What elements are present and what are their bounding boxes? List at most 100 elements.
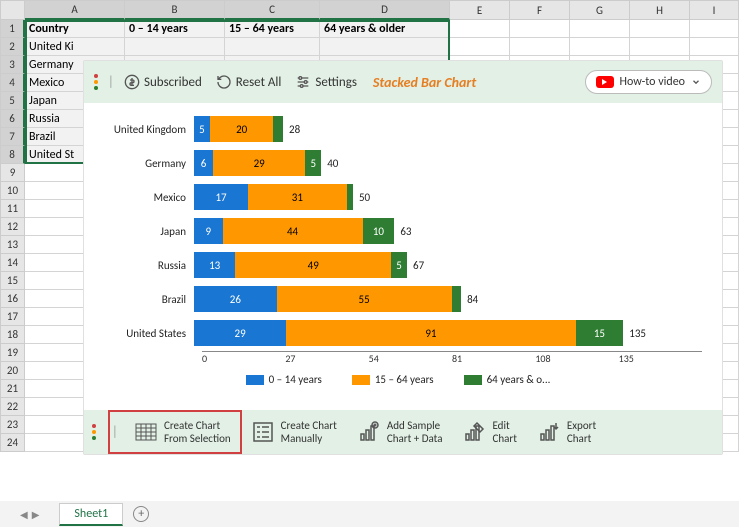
column-header[interactable]: C	[225, 0, 320, 20]
cell[interactable]	[225, 38, 320, 56]
row-header[interactable]: 19	[0, 344, 25, 362]
legend-swatch	[352, 375, 370, 385]
add-sample-chart-button[interactable]: Add SampleChart + Data	[353, 417, 447, 447]
cell[interactable]	[570, 20, 630, 38]
edit-chart-icon	[462, 420, 486, 444]
column-header[interactable]: B	[125, 0, 225, 20]
cell[interactable]	[320, 38, 450, 56]
cell[interactable]: Country	[25, 20, 125, 38]
create-chart-from-selection-button[interactable]: Create ChartFrom Selection	[130, 417, 235, 447]
bar-segment[interactable]: 29	[213, 150, 305, 176]
bar-segment[interactable]: 10	[363, 218, 395, 244]
bar-segment[interactable]: 6	[194, 150, 213, 176]
bar-segment[interactable]	[452, 286, 462, 312]
cell[interactable]	[630, 38, 690, 56]
cell[interactable]	[450, 20, 510, 38]
cell[interactable]	[690, 38, 739, 56]
bar-segment[interactable]: 13	[194, 252, 235, 278]
row-header[interactable]: 10	[0, 182, 25, 200]
bar-total-label: 84	[467, 293, 478, 306]
row-header[interactable]: 24	[0, 434, 25, 452]
cell[interactable]: United Ki	[25, 38, 125, 56]
select-all-corner[interactable]	[0, 0, 25, 20]
bar-segment[interactable]: 31	[248, 184, 347, 210]
legend-item[interactable]: 64 years & o...	[464, 373, 551, 386]
row-header[interactable]: 14	[0, 254, 25, 272]
bar-segment[interactable]: 5	[194, 116, 210, 142]
chart-area[interactable]: United Kingdom52028Germany629540Mexico17…	[84, 103, 722, 413]
row-header[interactable]: 8	[0, 146, 25, 164]
row-header[interactable]: 16	[0, 290, 25, 308]
export-chart-button[interactable]: ExportChart	[533, 417, 600, 447]
cell[interactable]	[510, 38, 570, 56]
cell[interactable]	[450, 38, 510, 56]
cell[interactable]	[570, 38, 630, 56]
bar-total-label: 67	[413, 259, 424, 272]
category-label: Mexico	[94, 191, 194, 204]
cell[interactable]: 15 – 64 years	[225, 20, 320, 38]
drag-handle-icon[interactable]	[94, 74, 98, 90]
bar-segment[interactable]: 9	[194, 218, 223, 244]
row-header[interactable]: 3	[0, 56, 25, 74]
row-header[interactable]: 18	[0, 326, 25, 344]
howto-video-button[interactable]: How-to video	[585, 70, 712, 94]
column-header[interactable]: I	[690, 0, 739, 20]
bar-segment[interactable]: 20	[210, 116, 274, 142]
column-header[interactable]: E	[450, 0, 510, 20]
chart-bar-row: United States299115135	[94, 317, 702, 349]
bar-segment[interactable]: 5	[391, 252, 407, 278]
row-header[interactable]: 1	[0, 20, 25, 38]
column-header[interactable]: F	[510, 0, 570, 20]
row-header[interactable]: 4	[0, 74, 25, 92]
cell[interactable]	[510, 20, 570, 38]
bar-segment[interactable]: 15	[576, 320, 624, 346]
row-header[interactable]: 6	[0, 110, 25, 128]
bar-segment[interactable]: 5	[305, 150, 321, 176]
legend-item[interactable]: 0 – 14 years	[246, 373, 322, 386]
row-header[interactable]: 5	[0, 92, 25, 110]
bar-segment[interactable]: 29	[194, 320, 286, 346]
bar-segment[interactable]: 44	[223, 218, 363, 244]
cell[interactable]	[630, 20, 690, 38]
row-header[interactable]: 2	[0, 38, 25, 56]
row-header[interactable]: 13	[0, 236, 25, 254]
add-sheet-button[interactable]: +	[133, 506, 149, 522]
row-header[interactable]: 17	[0, 308, 25, 326]
row-header[interactable]: 22	[0, 398, 25, 416]
bar-segment[interactable]: 49	[235, 252, 391, 278]
cell[interactable]	[690, 20, 739, 38]
column-header[interactable]: H	[630, 0, 690, 20]
bar-segment[interactable]: 91	[286, 320, 575, 346]
create-chart-manually-button[interactable]: Create ChartManually	[247, 417, 341, 447]
row-header[interactable]: 9	[0, 164, 25, 182]
row-header[interactable]: 21	[0, 380, 25, 398]
row-header[interactable]: 15	[0, 272, 25, 290]
bar-segment[interactable]	[273, 116, 283, 142]
settings-button[interactable]: Settings	[291, 72, 361, 92]
row-header[interactable]: 7	[0, 128, 25, 146]
sheet-nav-arrows[interactable]: ◀▶	[20, 508, 39, 521]
cell[interactable]: 64 years & older	[320, 20, 450, 38]
column-header[interactable]: A	[25, 0, 125, 20]
cell[interactable]: 0 – 14 years	[125, 20, 225, 38]
chart-bar-row: Russia1349567	[94, 249, 702, 281]
cell[interactable]	[125, 38, 225, 56]
column-header[interactable]: D	[320, 0, 450, 20]
row-header[interactable]: 23	[0, 416, 25, 434]
row-header[interactable]: 20	[0, 362, 25, 380]
subscribed-button[interactable]: Subscribed	[120, 72, 206, 92]
bar-segment[interactable]	[347, 184, 353, 210]
legend-item[interactable]: 15 – 64 years	[352, 373, 434, 386]
sheet-tab-sheet1[interactable]: Sheet1	[59, 503, 123, 526]
drag-handle-icon[interactable]	[92, 424, 96, 440]
edit-chart-button[interactable]: EditChart	[458, 417, 520, 447]
column-header[interactable]: G	[570, 0, 630, 20]
bar-total-label: 63	[400, 225, 411, 238]
reset-all-button[interactable]: Reset All	[212, 72, 286, 92]
bar-segment[interactable]: 55	[277, 286, 452, 312]
bar-segment[interactable]: 17	[194, 184, 248, 210]
bar-segment[interactable]: 26	[194, 286, 277, 312]
divider: │	[112, 425, 118, 439]
row-header[interactable]: 12	[0, 218, 25, 236]
row-header[interactable]: 11	[0, 200, 25, 218]
